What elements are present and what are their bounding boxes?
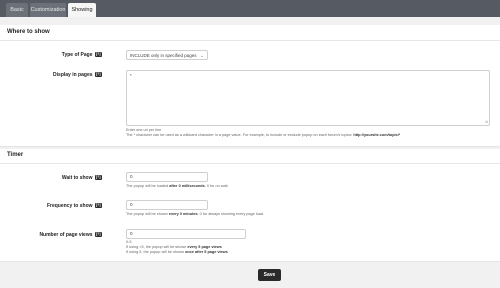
- tab-showing[interactable]: Showing: [68, 3, 96, 17]
- type-of-page-select[interactable]: INCLUDE only in specified pages ⌄: [126, 50, 208, 60]
- tab-bar: Basic Customization Showing: [0, 0, 500, 17]
- page-views-input[interactable]: 0: [126, 229, 246, 239]
- tab-customization[interactable]: Customization: [30, 3, 66, 17]
- tab-basic[interactable]: Basic: [6, 3, 28, 17]
- section-title-timer: Timer: [7, 152, 24, 158]
- help-icon[interactable]: [?]: [94, 232, 102, 238]
- page-views-label: Number of page views [?]: [39, 232, 102, 238]
- wait-to-show-input[interactable]: 0: [126, 172, 208, 182]
- display-in-pages-textarea[interactable]: * ⇲: [126, 70, 490, 126]
- wait-to-show-label: Wait to show [?]: [61, 175, 102, 181]
- resize-handle-icon[interactable]: ⇲: [485, 119, 488, 124]
- chevron-down-icon: ⌄: [200, 53, 204, 58]
- frequency-to-show-hint: The popup will be shown every 0 minutes.…: [126, 212, 265, 216]
- display-in-pages-hint: Enter one url per line The * character c…: [126, 128, 401, 138]
- display-in-pages-label: Display in pages [?]: [53, 72, 102, 78]
- section-title-where-to-show: Where to show: [7, 29, 50, 35]
- frequency-to-show-input[interactable]: 0: [126, 200, 208, 210]
- help-icon[interactable]: [?]: [94, 203, 102, 209]
- help-icon[interactable]: [?]: [94, 175, 102, 181]
- frequency-to-show-label: Frequency to show [?]: [46, 203, 102, 209]
- help-icon[interactable]: [?]: [94, 72, 102, 78]
- save-button[interactable]: Save: [258, 269, 281, 281]
- section-divider: [0, 40, 500, 41]
- page-views-hint: 0-5 If using >5, the popup will be shown…: [126, 240, 228, 255]
- wait-to-show-hint: The popup will be loaded after 0 millise…: [126, 184, 229, 188]
- section-divider: [0, 163, 500, 164]
- type-of-page-label: Type of Page [?]: [61, 52, 102, 58]
- help-icon[interactable]: [?]: [94, 52, 102, 58]
